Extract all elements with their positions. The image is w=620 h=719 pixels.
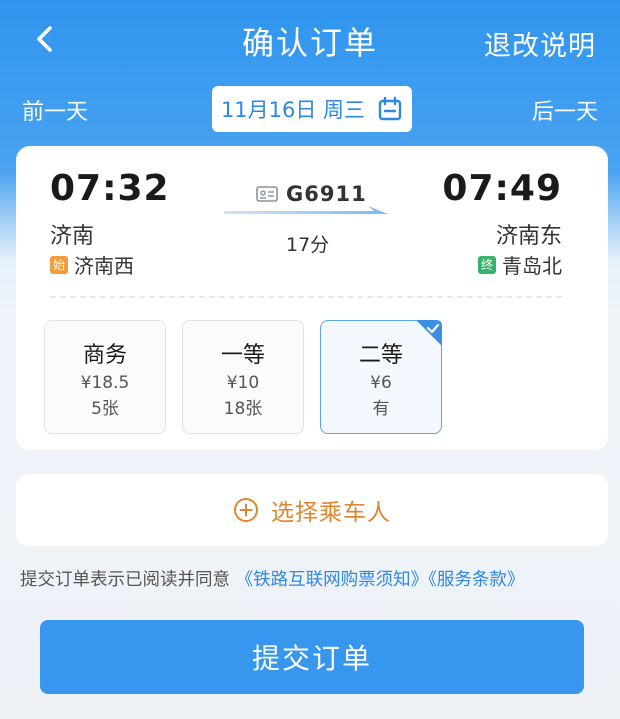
ticket-notice-link[interactable]: 《铁路互联网购票须知》 — [236, 570, 429, 590]
calendar-icon — [378, 96, 402, 121]
seat-name: 商务 — [82, 343, 127, 368]
end-badge: 终 — [478, 255, 496, 274]
date-label: 11月16日 周三 — [220, 98, 366, 122]
arrival-city: 济南东 — [495, 224, 562, 249]
departure-city: 济南 — [50, 224, 95, 249]
chevron-left-icon[interactable] — [28, 22, 62, 56]
seat-availability: 有 — [372, 399, 390, 419]
seat-name: 一等 — [220, 343, 265, 368]
seat-price: ¥6 — [370, 373, 392, 393]
seat-availability: 18张 — [223, 399, 263, 419]
header-bar: 确认订单 退改说明 — [0, 0, 620, 82]
departure-station-name: 济南西 — [74, 254, 134, 278]
card-divider — [50, 296, 562, 298]
add-passenger-label: 选择乘车人 — [271, 500, 391, 526]
terms-of-service-link[interactable]: 《服务条款》 — [428, 570, 524, 590]
submit-order-button[interactable]: 提交订单 — [40, 620, 584, 694]
arrival-time: 07:49 — [442, 168, 562, 209]
seat-option-first-class[interactable]: 一等 ¥10 18张 — [182, 320, 304, 434]
ticket-icon — [256, 186, 278, 202]
arrival-station-name: 青岛北 — [502, 254, 562, 278]
selected-check-icon — [416, 320, 442, 346]
agreement-text: 提交订单表示已阅读并同意 《铁路互联网购票须知》《服务条款》 — [20, 566, 610, 591]
date-picker-button[interactable]: 11月16日 周三 — [212, 86, 412, 132]
seat-price: ¥10 — [226, 373, 260, 393]
train-info-card: 07:32 济南 始 济南西 G6911 17分 07:49 济南东 终 青岛北… — [16, 146, 608, 450]
prev-day-button[interactable]: 前一天 — [22, 94, 88, 126]
start-badge: 始 — [50, 255, 68, 274]
seat-option-second-class[interactable]: 二等 ¥6 有 — [320, 320, 442, 434]
train-number-group[interactable]: G6911 — [256, 182, 367, 206]
agreement-prefix: 提交订单表示已阅读并同意 — [20, 570, 230, 590]
seat-price: ¥18.5 — [80, 373, 130, 393]
date-navigation: 前一天 11月16日 周三 后一天 — [0, 84, 620, 132]
departure-station: 始 济南西 — [50, 250, 134, 279]
next-day-button[interactable]: 后一天 — [532, 94, 598, 126]
route-arrow-icon — [224, 206, 388, 214]
train-number: G6911 — [286, 182, 367, 206]
plus-circle-icon — [234, 498, 258, 522]
arrival-station: 终 青岛北 — [478, 250, 562, 279]
departure-time: 07:32 — [50, 168, 170, 209]
travel-duration: 17分 — [286, 234, 330, 256]
seat-option-business[interactable]: 商务 ¥18.5 5张 — [44, 320, 166, 434]
add-passenger-button[interactable]: 选择乘车人 — [16, 474, 608, 546]
seat-availability: 5张 — [91, 399, 119, 419]
refund-policy-link[interactable]: 退改说明 — [484, 24, 596, 63]
